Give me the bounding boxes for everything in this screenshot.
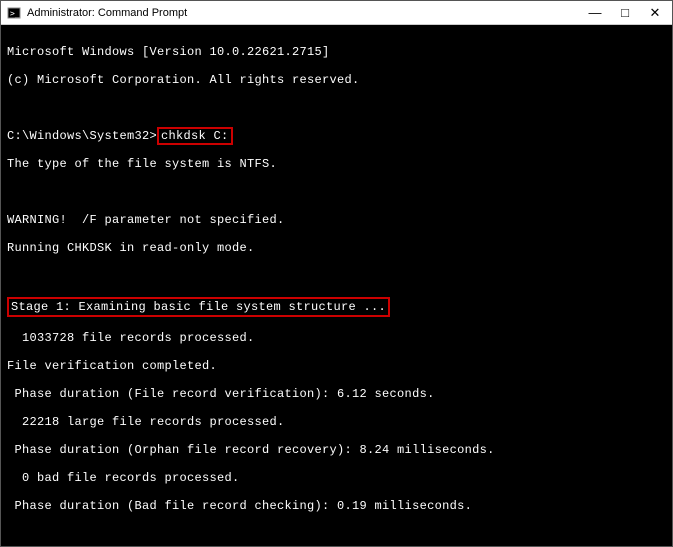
window-title: Administrator: Command Prompt	[27, 7, 187, 19]
output-line: 22218 large file records processed.	[7, 415, 666, 429]
prompt-line: C:\Windows\System32> chkdsk C:	[7, 129, 666, 143]
output-line: Microsoft Windows [Version 10.0.22621.27…	[7, 45, 666, 59]
output-line: File verification completed.	[7, 359, 666, 373]
output-line: The type of the file system is NTFS.	[7, 157, 666, 171]
output-line: WARNING! /F parameter not specified.	[7, 213, 666, 227]
blank-line	[7, 185, 666, 199]
output-line: (c) Microsoft Corporation. All rights re…	[7, 73, 666, 87]
blank-line	[7, 101, 666, 115]
stage1-text: Stage 1: Examining basic file system str…	[11, 300, 386, 314]
command-text: chkdsk C:	[161, 129, 229, 143]
command-highlight: chkdsk C:	[157, 127, 233, 145]
window-titlebar: >_ Administrator: Command Prompt — □ ✕	[1, 1, 672, 25]
minimize-button[interactable]: —	[588, 6, 602, 20]
maximize-button[interactable]: □	[618, 6, 632, 20]
cmd-icon: >_	[7, 6, 21, 20]
blank-line	[7, 269, 666, 283]
svg-text:>_: >_	[10, 9, 20, 18]
window-controls: — □ ✕	[588, 6, 668, 20]
blank-line	[7, 527, 666, 541]
output-line: Phase duration (Bad file record checking…	[7, 499, 666, 513]
stage1-line: Stage 1: Examining basic file system str…	[7, 297, 666, 317]
output-line: 0 bad file records processed.	[7, 471, 666, 485]
output-line: Running CHKDSK in read-only mode.	[7, 241, 666, 255]
titlebar-left: >_ Administrator: Command Prompt	[7, 6, 187, 20]
output-line: 1033728 file records processed.	[7, 331, 666, 345]
close-button[interactable]: ✕	[648, 6, 662, 20]
terminal-output[interactable]: Microsoft Windows [Version 10.0.22621.27…	[1, 25, 672, 547]
stage1-highlight: Stage 1: Examining basic file system str…	[7, 297, 390, 317]
output-line: Phase duration (File record verification…	[7, 387, 666, 401]
command-prompt-window: >_ Administrator: Command Prompt — □ ✕ M…	[0, 0, 673, 547]
prompt-text: C:\Windows\System32>	[7, 129, 157, 143]
output-line: Phase duration (Orphan file record recov…	[7, 443, 666, 457]
